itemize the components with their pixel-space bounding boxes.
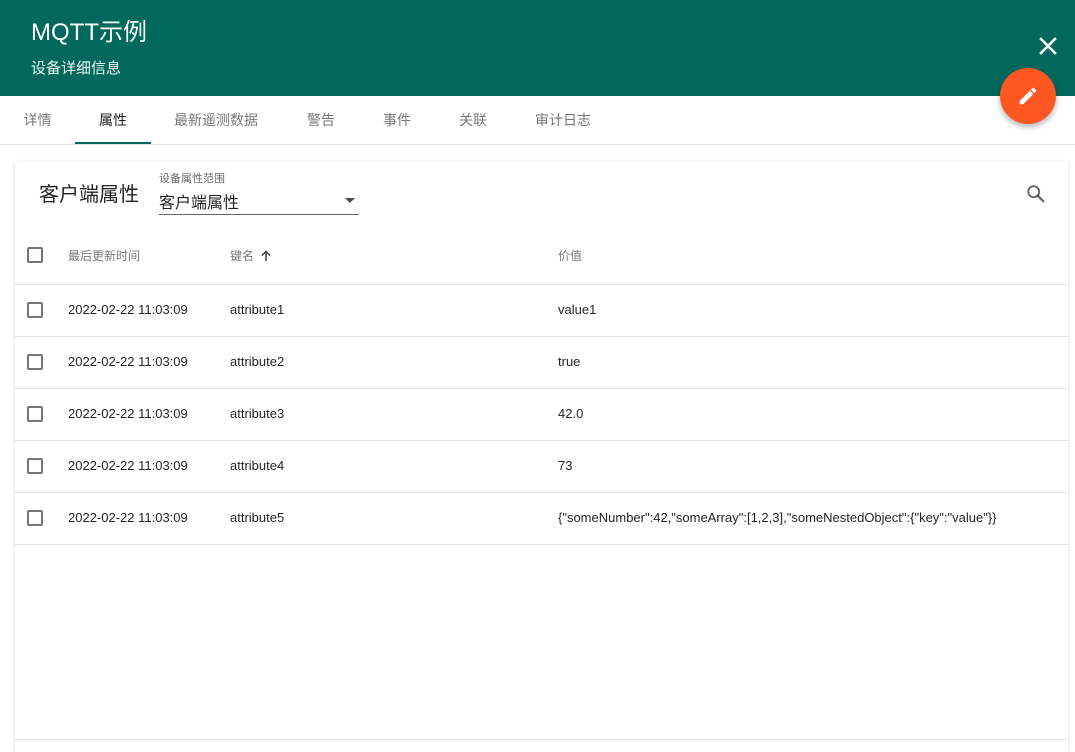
search-button[interactable] (1021, 179, 1051, 209)
attributes-card: 客户端属性 设备属性范围 客户端属性 最后更新时间 键名 价值 2022-02-… (15, 161, 1068, 752)
tab-latest-telemetry[interactable]: 最新遥测数据 (151, 96, 281, 144)
row-checkbox[interactable] (27, 302, 43, 318)
column-header-key[interactable]: 键名 (230, 248, 272, 264)
column-header-key-label: 键名 (230, 249, 255, 263)
column-header-last-update[interactable]: 最后更新时间 (68, 248, 140, 264)
cell-last-update: 2022-02-22 11:03:09 (68, 510, 188, 525)
attributes-title: 客户端属性 (39, 184, 139, 206)
table-row[interactable]: 2022-02-22 11:03:09 attribute1 value1 (15, 285, 1068, 337)
cell-key: attribute5 (230, 510, 285, 525)
tab-events[interactable]: 事件 (361, 96, 433, 144)
column-header-value[interactable]: 价值 (558, 248, 582, 264)
tab-alarms[interactable]: 警告 (281, 96, 361, 144)
table-row[interactable]: 2022-02-22 11:03:09 attribute4 73 (15, 441, 1068, 493)
cell-key: attribute4 (230, 458, 285, 473)
row-checkbox[interactable] (27, 510, 43, 526)
cell-key: attribute2 (230, 354, 285, 369)
tab-audit-logs[interactable]: 审计日志 (513, 96, 613, 144)
cell-key: attribute3 (230, 406, 285, 421)
dialog-header: MQTT示例 设备详细信息 (0, 0, 1075, 96)
close-icon (1039, 37, 1057, 55)
cell-value: 42.0 (558, 406, 584, 421)
scope-select-value: 客户端属性 (159, 195, 240, 212)
tab-attributes[interactable]: 属性 (75, 96, 151, 144)
close-button[interactable] (1030, 30, 1066, 62)
cell-value: true (558, 354, 581, 369)
tab-bar: 详情 属性 最新遥测数据 警告 事件 关联 审计日志 (0, 96, 1075, 145)
cell-last-update: 2022-02-22 11:03:09 (68, 406, 188, 421)
scope-select[interactable]: 客户端属性 (159, 187, 359, 215)
row-checkbox[interactable] (27, 458, 43, 474)
edit-button[interactable] (1000, 68, 1056, 124)
select-all-checkbox[interactable] (27, 247, 43, 263)
page-title: MQTT示例 (31, 19, 147, 46)
table-footer-divider (15, 739, 1068, 740)
cell-last-update: 2022-02-22 11:03:09 (68, 354, 188, 369)
page-subtitle: 设备详细信息 (31, 60, 122, 77)
edit-icon (1019, 87, 1037, 105)
cell-last-update: 2022-02-22 11:03:09 (68, 302, 188, 317)
cell-value: value1 (558, 302, 597, 317)
dropdown-arrow-icon (345, 198, 355, 203)
cell-key: attribute1 (230, 302, 285, 317)
cell-value: {"someNumber":42,"someArray":[1,2,3],"so… (558, 510, 997, 525)
active-tab-indicator (75, 142, 151, 144)
cell-value: 73 (558, 458, 573, 473)
row-checkbox[interactable] (27, 406, 43, 422)
row-checkbox[interactable] (27, 354, 43, 370)
cell-last-update: 2022-02-22 11:03:09 (68, 458, 188, 473)
search-icon (1027, 185, 1045, 203)
table-header-row: 最后更新时间 键名 价值 (15, 229, 1068, 285)
scope-label: 设备属性范围 (159, 173, 225, 185)
tab-relations[interactable]: 关联 (433, 96, 513, 144)
tab-details[interactable]: 详情 (0, 96, 75, 144)
table-row[interactable]: 2022-02-22 11:03:09 attribute3 42.0 (15, 389, 1068, 441)
table-row[interactable]: 2022-02-22 11:03:09 attribute2 true (15, 337, 1068, 389)
table-row[interactable]: 2022-02-22 11:03:09 attribute5 {"someNum… (15, 493, 1068, 545)
arrow-upward-icon (261, 250, 271, 261)
